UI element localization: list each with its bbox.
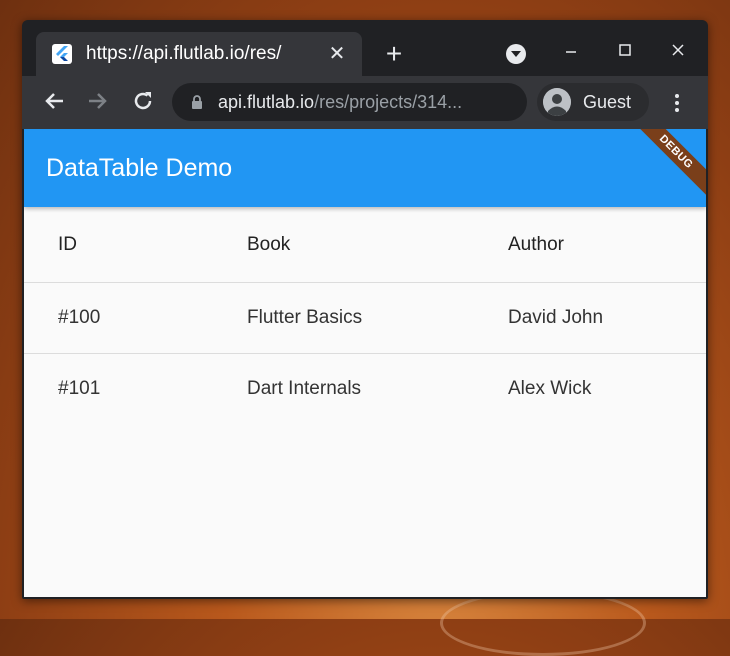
app-bar: DataTable Demo xyxy=(24,129,706,207)
flutter-favicon-icon xyxy=(52,44,72,64)
forward-arrow-icon[interactable] xyxy=(84,88,110,114)
lock-icon xyxy=(190,94,204,110)
cell-author: Alex Wick xyxy=(508,378,592,399)
tab-search-icon[interactable] xyxy=(506,44,526,64)
tab-close-icon[interactable]: ✕ xyxy=(326,43,348,65)
back-arrow-icon[interactable] xyxy=(42,88,68,114)
cell-book: Dart Internals xyxy=(247,378,362,399)
profile-name: Guest xyxy=(583,91,632,112)
new-tab-button[interactable]: + xyxy=(380,40,408,68)
column-header-book: Book xyxy=(247,233,291,255)
web-page: DataTable Demo DEBUG ID Book Author #100… xyxy=(24,129,706,597)
maximize-icon[interactable] xyxy=(610,38,640,62)
table-row: #100 Flutter Basics David John xyxy=(24,283,706,354)
address-bar[interactable]: api.flutlab.io/res/projects/314... xyxy=(172,83,527,121)
app-title: DataTable Demo xyxy=(46,154,233,182)
browser-tab[interactable]: https://api.flutlab.io/res/ ✕ xyxy=(36,32,362,76)
minimize-icon[interactable] xyxy=(556,38,586,62)
cell-id: #100 xyxy=(58,307,101,328)
tab-title: https://api.flutlab.io/res/ xyxy=(86,43,282,64)
reload-icon[interactable] xyxy=(130,88,156,114)
desktop-wallpaper-swirl xyxy=(440,590,646,656)
cell-book: Flutter Basics xyxy=(247,307,363,328)
more-vert-icon[interactable] xyxy=(672,92,682,114)
tab-strip: https://api.flutlab.io/res/ ✕ + xyxy=(22,20,708,76)
url-path: /res/projects/314... xyxy=(314,91,463,112)
profile-button[interactable]: Guest xyxy=(537,83,649,121)
url-text: api.flutlab.io/res/projects/314... xyxy=(218,92,518,113)
cell-author: David John xyxy=(508,307,604,328)
url-host: api.flutlab.io xyxy=(218,91,315,112)
cell-id: #101 xyxy=(58,378,101,399)
table-row: #101 Dart Internals Alex Wick xyxy=(24,354,706,424)
browser-toolbar: api.flutlab.io/res/projects/314... Guest xyxy=(22,76,708,129)
browser-window: https://api.flutlab.io/res/ ✕ + api.flut… xyxy=(22,20,708,599)
guest-avatar-icon xyxy=(543,88,571,116)
data-table: ID Book Author #100 Flutter Basics David… xyxy=(24,207,706,424)
column-header-id: ID xyxy=(58,233,77,255)
table-header-row: ID Book Author xyxy=(24,207,706,283)
window-close-icon[interactable] xyxy=(663,38,693,62)
column-header-author: Author xyxy=(508,233,564,255)
